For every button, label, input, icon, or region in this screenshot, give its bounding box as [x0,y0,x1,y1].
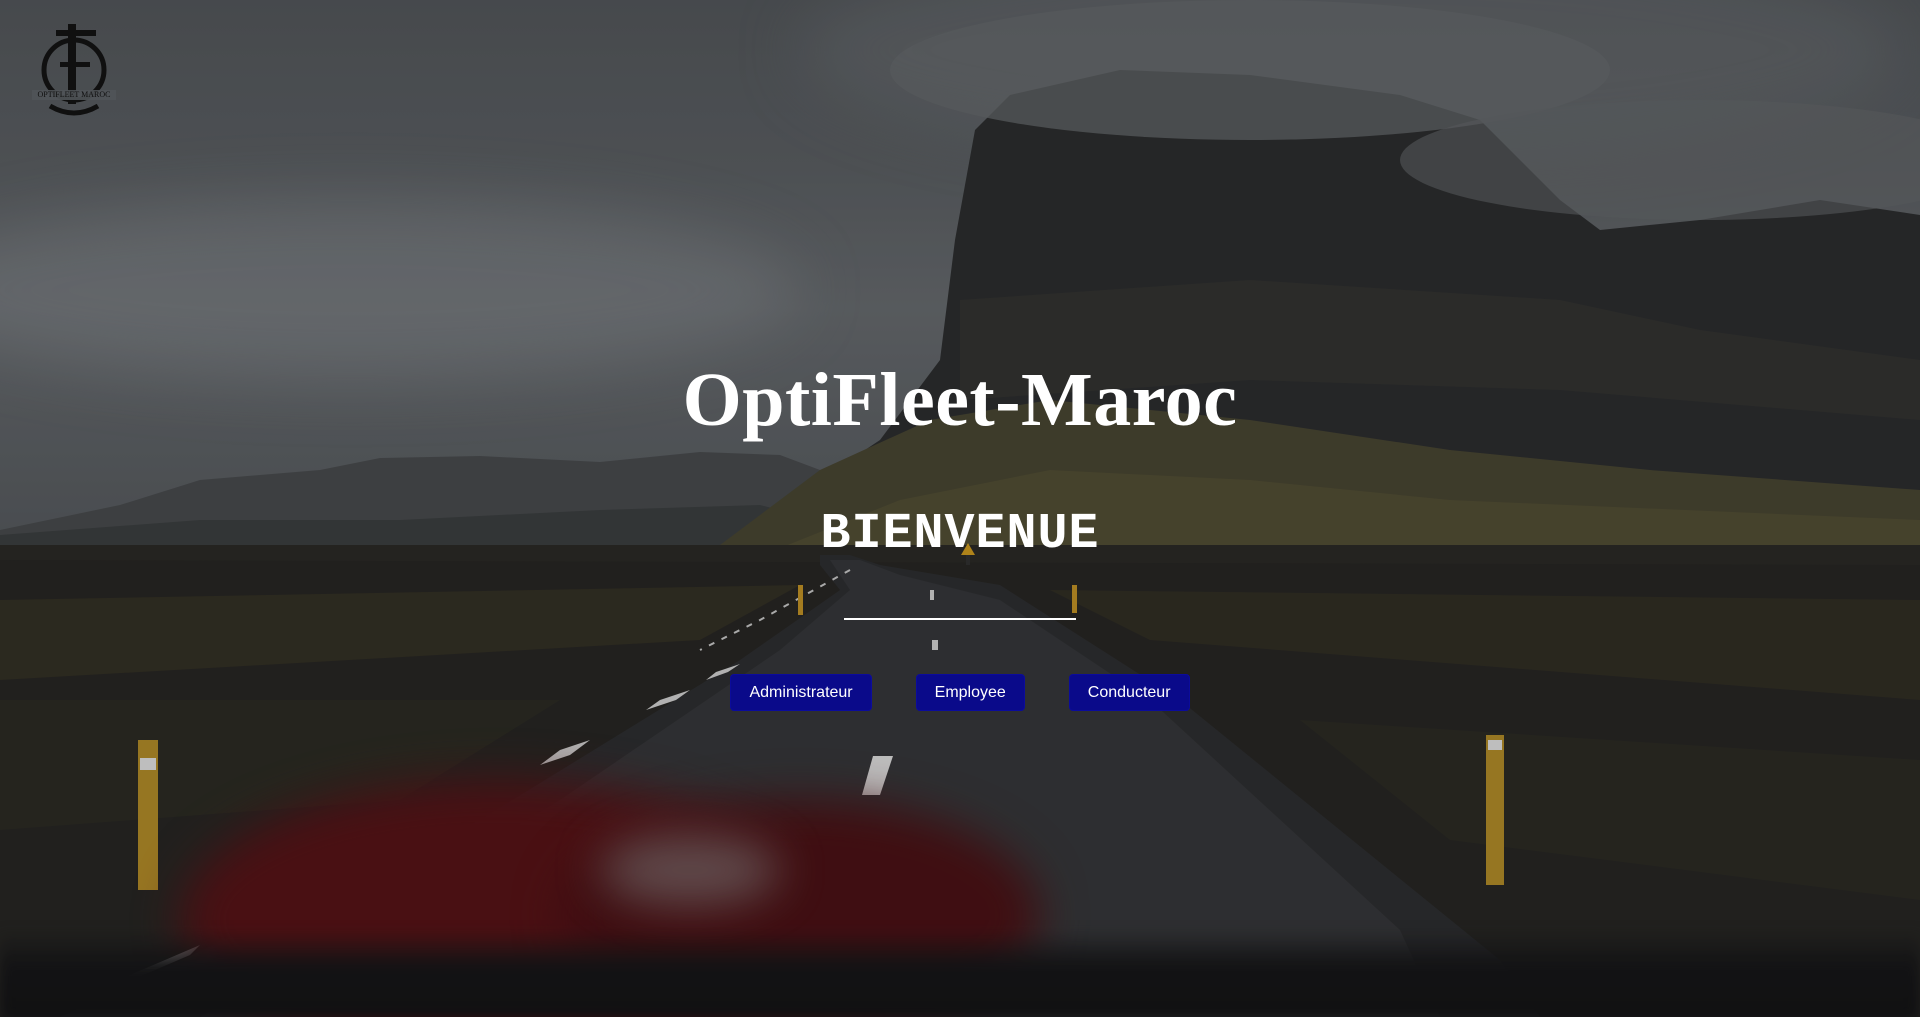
landing-page: OPTIFLEET MAROC OptiFleet-Maroc BIENVENU… [0,0,1920,1017]
conducteur-button[interactable]: Conducteur [1068,674,1190,711]
employee-button[interactable]: Employee [915,674,1025,711]
page-title: OptiFleet-Maroc [682,358,1238,442]
logo-text: OPTIFLEET MAROC [37,90,111,99]
role-buttons: Administrateur Employee Conducteur [0,674,1920,711]
welcome-heading: BIENVENUE [820,506,1100,563]
divider [844,618,1076,620]
administrateur-button[interactable]: Administrateur [730,674,872,711]
brand-logo[interactable]: OPTIFLEET MAROC [28,20,120,116]
logo-mark-icon [32,24,116,116]
